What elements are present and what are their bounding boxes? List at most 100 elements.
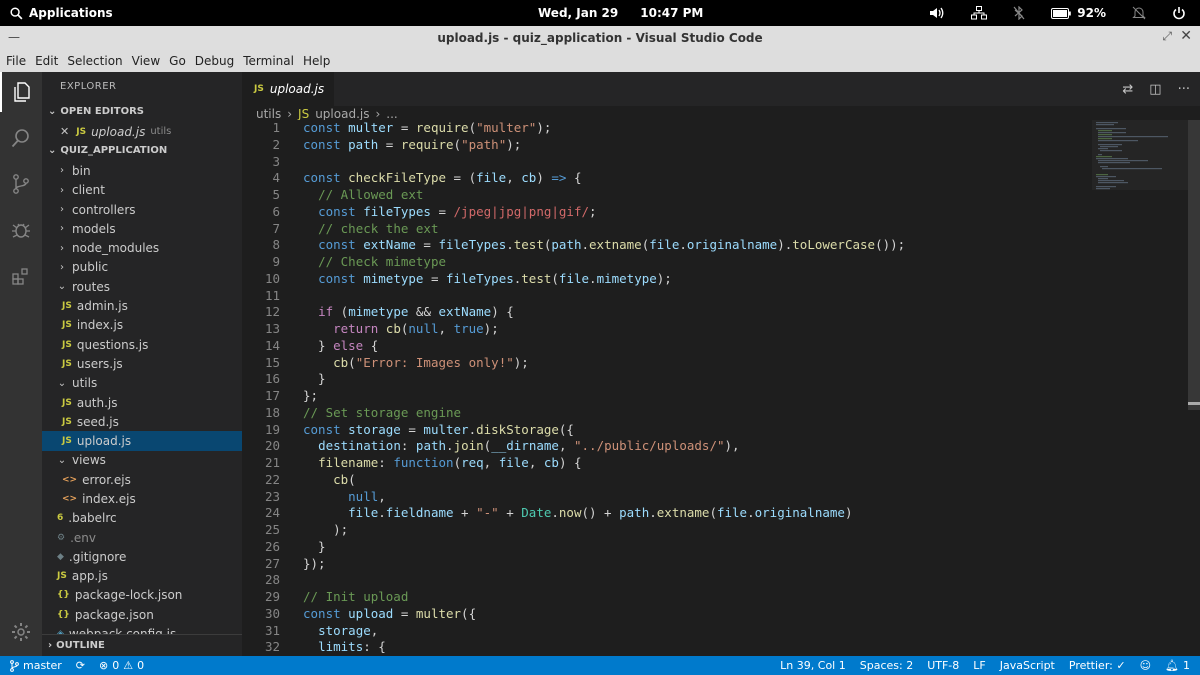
file-item[interactable]: JS upload.js [42, 431, 242, 451]
window-menu-icon[interactable]: — [8, 30, 20, 44]
vertical-scrollbar[interactable] [1188, 120, 1200, 656]
more-actions-icon[interactable]: ··· [1178, 82, 1190, 97]
resize-icon[interactable]: ⤢ [1162, 29, 1172, 44]
language-mode[interactable]: JavaScript [1000, 659, 1055, 672]
gear-icon[interactable] [0, 612, 42, 652]
breadcrumb-file[interactable]: upload.js [315, 107, 369, 121]
code-line[interactable]: 3 [242, 154, 1092, 171]
folder-item[interactable]: › node_modules [42, 238, 242, 257]
file-item[interactable]: {} package.json [42, 605, 242, 624]
code-line[interactable]: 11 [242, 288, 1092, 305]
code-line[interactable]: 10 const mimetype = fileTypes.test(file.… [242, 271, 1092, 288]
volume-icon[interactable] [929, 6, 945, 20]
code-line[interactable]: 7 // check the ext [242, 221, 1092, 238]
code-line[interactable]: 28 [242, 572, 1092, 589]
menu-go[interactable]: Go [169, 54, 186, 68]
code-line[interactable]: 22 cb( [242, 472, 1092, 489]
breadcrumb-folder[interactable]: utils [256, 107, 281, 121]
folder-item[interactable]: ⌄ views [42, 451, 242, 470]
applications-menu[interactable]: Applications [10, 0, 113, 26]
power-icon[interactable] [1172, 6, 1186, 20]
code-line[interactable]: 17}; [242, 388, 1092, 405]
file-item[interactable]: 6 .babelrc [42, 509, 242, 528]
code-line[interactable]: 23 null, [242, 489, 1092, 506]
code-line[interactable]: 15 cb("Error: Images only!"); [242, 355, 1092, 372]
explorer-icon[interactable] [0, 72, 42, 112]
open-changes-icon[interactable]: ⇄ [1122, 82, 1133, 97]
menu-selection[interactable]: Selection [67, 54, 122, 68]
outline-section[interactable]: › OUTLINE [42, 634, 242, 656]
file-item[interactable]: JS seed.js [42, 412, 242, 431]
menu-view[interactable]: View [132, 54, 160, 68]
tab-upload-js[interactable]: JS upload.js [242, 72, 334, 106]
code-line[interactable]: 12 if (mimetype && extName) { [242, 304, 1092, 321]
code-line[interactable]: 16 } [242, 371, 1092, 388]
code-line[interactable]: 5 // Allowed ext [242, 187, 1092, 204]
notifications-button[interactable]: 🔔︎ 1 [1165, 659, 1190, 672]
problems-indicator[interactable]: ⊗ 0 ⚠ 0 [99, 659, 144, 672]
search-view-icon[interactable] [0, 118, 42, 158]
extensions-icon[interactable] [0, 256, 42, 296]
clock[interactable]: Wed, Jan 29 10:47 PM [538, 0, 703, 26]
network-icon[interactable] [971, 6, 988, 20]
open-editor-item[interactable]: ✕ JS upload.js utils [42, 122, 242, 141]
file-item[interactable]: <> index.ejs [42, 489, 242, 508]
split-editor-icon[interactable]: ◫ [1149, 82, 1161, 97]
file-item[interactable]: <> error.ejs [42, 470, 242, 489]
menu-help[interactable]: Help [303, 54, 330, 68]
code-line[interactable]: 19 const storage = multer.diskStorage({ [242, 422, 1092, 439]
project-section[interactable]: ⌄ QUIZ_APPLICATION [42, 141, 242, 161]
folder-item[interactable]: ⌄ routes [42, 277, 242, 296]
code-line[interactable]: 4 const checkFileType = (file, cb) => { [242, 170, 1092, 187]
debug-icon[interactable] [0, 210, 42, 250]
code-line[interactable]: 25 ); [242, 522, 1092, 539]
code-line[interactable]: 24 file.fieldname + "-" + Date.now() + p… [242, 505, 1092, 522]
code-line[interactable]: 6 const fileTypes = /jpeg|jpg|png|gif/; [242, 204, 1092, 221]
file-item[interactable]: JS index.js [42, 316, 242, 335]
open-editors-section[interactable]: ⌄ OPEN EDITORS [42, 102, 242, 122]
code-line[interactable]: 1 const multer = require("multer"); [242, 120, 1092, 137]
menu-file[interactable]: File [6, 54, 26, 68]
code-line[interactable]: 8 const extName = fileTypes.test(path.ex… [242, 237, 1092, 254]
battery-indicator[interactable]: 92% [1051, 6, 1106, 20]
close-editor-icon[interactable]: ✕ [60, 125, 69, 138]
line-ending[interactable]: LF [973, 659, 985, 672]
indentation[interactable]: Spaces: 2 [860, 659, 913, 672]
file-item[interactable]: JS admin.js [42, 296, 242, 315]
file-item[interactable]: ◆ .gitignore [42, 547, 242, 566]
code-editor[interactable]: 1 const multer = require("multer"); 2 const… [242, 120, 1200, 656]
code-line[interactable]: 21 filename: function(req, file, cb) { [242, 455, 1092, 472]
code-line[interactable]: 9 // Check mimetype [242, 254, 1092, 271]
folder-item[interactable]: › public [42, 258, 242, 277]
folder-item[interactable]: › models [42, 219, 242, 238]
code-line[interactable]: 32 limits: { [242, 639, 1092, 656]
folder-item[interactable]: › client [42, 181, 242, 200]
folder-item[interactable]: ⌄ utils [42, 374, 242, 393]
cursor-position[interactable]: Ln 39, Col 1 [780, 659, 846, 672]
file-item[interactable]: JS questions.js [42, 335, 242, 354]
menu-debug[interactable]: Debug [195, 54, 234, 68]
file-item[interactable]: ⚙ .env [42, 528, 242, 547]
file-item[interactable]: {} package-lock.json [42, 586, 242, 605]
minimap[interactable] [1092, 120, 1188, 200]
folder-item[interactable]: › controllers [42, 200, 242, 219]
file-item[interactable]: JS auth.js [42, 393, 242, 412]
code-lines[interactable]: 1 const multer = require("multer"); 2 const… [242, 120, 1092, 656]
bluetooth-off-icon[interactable] [1013, 6, 1025, 20]
close-icon[interactable]: ✕ [1180, 28, 1192, 44]
code-line[interactable]: 18 // Set storage engine [242, 405, 1092, 422]
scrollbar-thumb[interactable] [1188, 120, 1200, 410]
file-item[interactable]: JS app.js [42, 567, 242, 586]
code-line[interactable]: 13 return cb(null, true); [242, 321, 1092, 338]
code-line[interactable]: 29 // Init upload [242, 589, 1092, 606]
code-line[interactable]: 20 destination: path.join(__dirname, "..… [242, 438, 1092, 455]
feedback-icon[interactable]: ☺ [1140, 659, 1151, 672]
code-line[interactable]: 30 const upload = multer({ [242, 606, 1092, 623]
sync-icon[interactable]: ⟳ [76, 659, 85, 672]
encoding[interactable]: UTF-8 [927, 659, 959, 672]
code-line[interactable]: 27}); [242, 556, 1092, 573]
code-line[interactable]: 26 } [242, 539, 1092, 556]
menu-edit[interactable]: Edit [35, 54, 58, 68]
notifications-off-icon[interactable] [1132, 6, 1146, 20]
breadcrumb-symbol[interactable]: ... [386, 107, 397, 121]
